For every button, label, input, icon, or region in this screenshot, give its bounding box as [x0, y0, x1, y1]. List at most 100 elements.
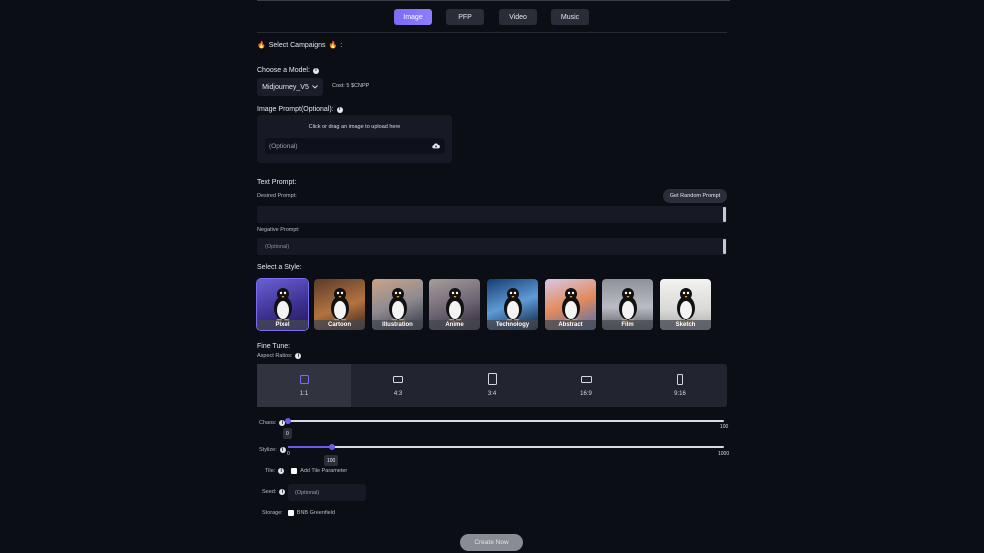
negative-prompt-input[interactable]: (Optional)	[257, 238, 727, 255]
chaos-max: 100	[720, 424, 729, 430]
seed-label: Seed: i	[262, 489, 286, 495]
campaigns-colon: :	[340, 41, 343, 49]
style-card-label: Anime	[429, 320, 480, 330]
penguin-icon	[330, 288, 349, 321]
aspect-ratio-label-text: Aspect Ratios:	[257, 353, 293, 359]
random-prompt-button[interactable]: Get Random Prompt	[663, 189, 727, 203]
aspect-ratio-label: 16:9	[580, 391, 592, 397]
style-card-label: Pixel	[257, 320, 308, 330]
tabs-divider	[257, 32, 727, 33]
aspect-ratio-option[interactable]: 9:16	[633, 364, 727, 407]
campaigns-text: Select Campaigns	[268, 41, 326, 49]
storage-checkbox[interactable]	[287, 510, 294, 516]
info-icon[interactable]: i	[278, 468, 285, 474]
fire-icon: 🔥	[257, 42, 266, 49]
style-card-pixel[interactable]: Pixel	[257, 279, 308, 330]
stylize-slider-thumb[interactable]	[329, 444, 335, 450]
info-icon[interactable]: i	[279, 489, 286, 495]
chaos-label-text: Chaos:	[259, 420, 277, 426]
image-prompt-placeholder: (Optional)	[269, 142, 298, 150]
aspect-ratio-shape-icon	[299, 374, 309, 384]
stylize-min: 0	[287, 451, 290, 457]
fine-tune-label: Fine Tune:	[257, 343, 291, 350]
fire-icon: 🔥	[328, 42, 338, 49]
style-card-film[interactable]: Film	[602, 279, 653, 330]
info-icon[interactable]: i	[312, 67, 319, 74]
campaigns-label: 🔥 Select Campaigns 🔥 :	[257, 41, 343, 50]
aspect-ratio-option[interactable]: 1:1	[257, 364, 351, 407]
aspect-ratio-label: Aspect Ratios: i	[257, 353, 302, 359]
chaos-slider-track[interactable]	[288, 420, 724, 422]
aspect-ratio-option[interactable]: 3:4	[445, 364, 539, 407]
aspect-ratio-shape-icon	[393, 375, 403, 383]
text-prompt-label: Text Prompt:	[257, 179, 297, 186]
storage-label-text: Storage:	[262, 510, 283, 516]
image-prompt-label-text: Image Prompt(Optional):	[257, 106, 334, 113]
storage-label: Storage: BNB Greenfield	[262, 510, 335, 516]
desired-prompt-input[interactable]	[257, 206, 727, 223]
aspect-ratio-label: 1:1	[299, 391, 309, 397]
model-label-text: Choose a Model:	[257, 67, 310, 74]
info-icon[interactable]: i	[279, 447, 286, 453]
tile-option-label: Add Tile Parameter	[300, 468, 348, 474]
negative-prompt-placeholder: (Optional)	[265, 243, 290, 250]
model-select[interactable]: Midjourney_V5	[257, 78, 323, 96]
tab-image[interactable]: Image	[394, 9, 432, 25]
image-prompt-input[interactable]: (Optional)	[265, 138, 445, 154]
scrollbar[interactable]	[723, 239, 726, 254]
stylize-slider-fill	[288, 446, 332, 448]
tab-pfp[interactable]: PFP	[446, 9, 484, 25]
stylize-value-tooltip: 100	[324, 455, 339, 466]
style-card-illustration[interactable]: Illustration	[372, 279, 423, 330]
top-divider	[257, 0, 730, 1]
stylize-max: 1000	[718, 451, 730, 457]
cost-text: Cost: 5 $CNPP	[332, 83, 370, 89]
tab-music[interactable]: Music	[551, 9, 589, 25]
style-label: Select a Style:	[257, 264, 302, 271]
aspect-ratio-selector: 1:1 4:3 3:4 16:9 9:16	[257, 364, 727, 407]
penguin-icon	[618, 288, 637, 321]
penguin-icon	[273, 288, 292, 321]
style-card-cartoon[interactable]: Cartoon	[314, 279, 365, 330]
model-label: Choose a Model: i	[257, 67, 319, 74]
style-card-label: Abstract	[545, 320, 596, 330]
penguin-icon	[503, 288, 522, 321]
penguin-icon	[445, 288, 464, 321]
create-now-button[interactable]: Create Now	[460, 534, 523, 551]
storage-option-label: BNB Greenfield	[296, 510, 336, 516]
style-card-label: Technology	[487, 320, 538, 330]
style-card-label: Sketch	[660, 320, 711, 330]
aspect-ratio-option[interactable]: 4:3	[351, 364, 445, 407]
aspect-ratio-shape-icon	[487, 373, 497, 385]
info-icon[interactable]: i	[295, 353, 302, 359]
info-icon[interactable]: i	[336, 106, 343, 113]
tile-checkbox[interactable]	[291, 468, 298, 474]
desired-prompt-label: Desired Prompt:	[257, 193, 297, 199]
style-card-label: Film	[602, 320, 653, 330]
chaos-slider-thumb[interactable]	[285, 418, 291, 424]
chaos-label: Chaos: i	[259, 420, 286, 426]
cloud-upload-icon[interactable]	[432, 142, 440, 150]
chaos-value-tooltip: 0	[283, 428, 292, 439]
style-card-sketch[interactable]: Sketch	[660, 279, 711, 330]
upload-hint: Click or drag an image to upload here	[308, 124, 401, 130]
image-upload-dropzone[interactable]: Click or drag an image to upload here (O…	[257, 115, 452, 163]
style-card-technology[interactable]: Technology	[487, 279, 538, 330]
seed-label-text: Seed:	[262, 489, 277, 495]
tile-label: Tile: i Add Tile Parameter	[265, 468, 347, 474]
scrollbar[interactable]	[723, 207, 726, 222]
aspect-ratio-label: 9:16	[674, 391, 686, 397]
style-card-label: Illustration	[372, 320, 423, 330]
stylize-slider-track[interactable]	[288, 446, 724, 448]
chevron-down-icon	[312, 85, 318, 89]
penguin-icon	[561, 288, 580, 321]
seed-input[interactable]: (Optional)	[288, 484, 366, 501]
style-card-anime[interactable]: Anime	[429, 279, 480, 330]
style-card-abstract[interactable]: Abstract	[545, 279, 596, 330]
penguin-icon	[388, 288, 407, 321]
stylize-label-text: Stylize:	[259, 447, 277, 453]
tab-video[interactable]: Video	[499, 9, 537, 25]
stylize-label: Stylize: i	[259, 447, 286, 453]
aspect-ratio-label: 4:3	[393, 391, 403, 397]
aspect-ratio-option[interactable]: 16:9	[539, 364, 633, 407]
